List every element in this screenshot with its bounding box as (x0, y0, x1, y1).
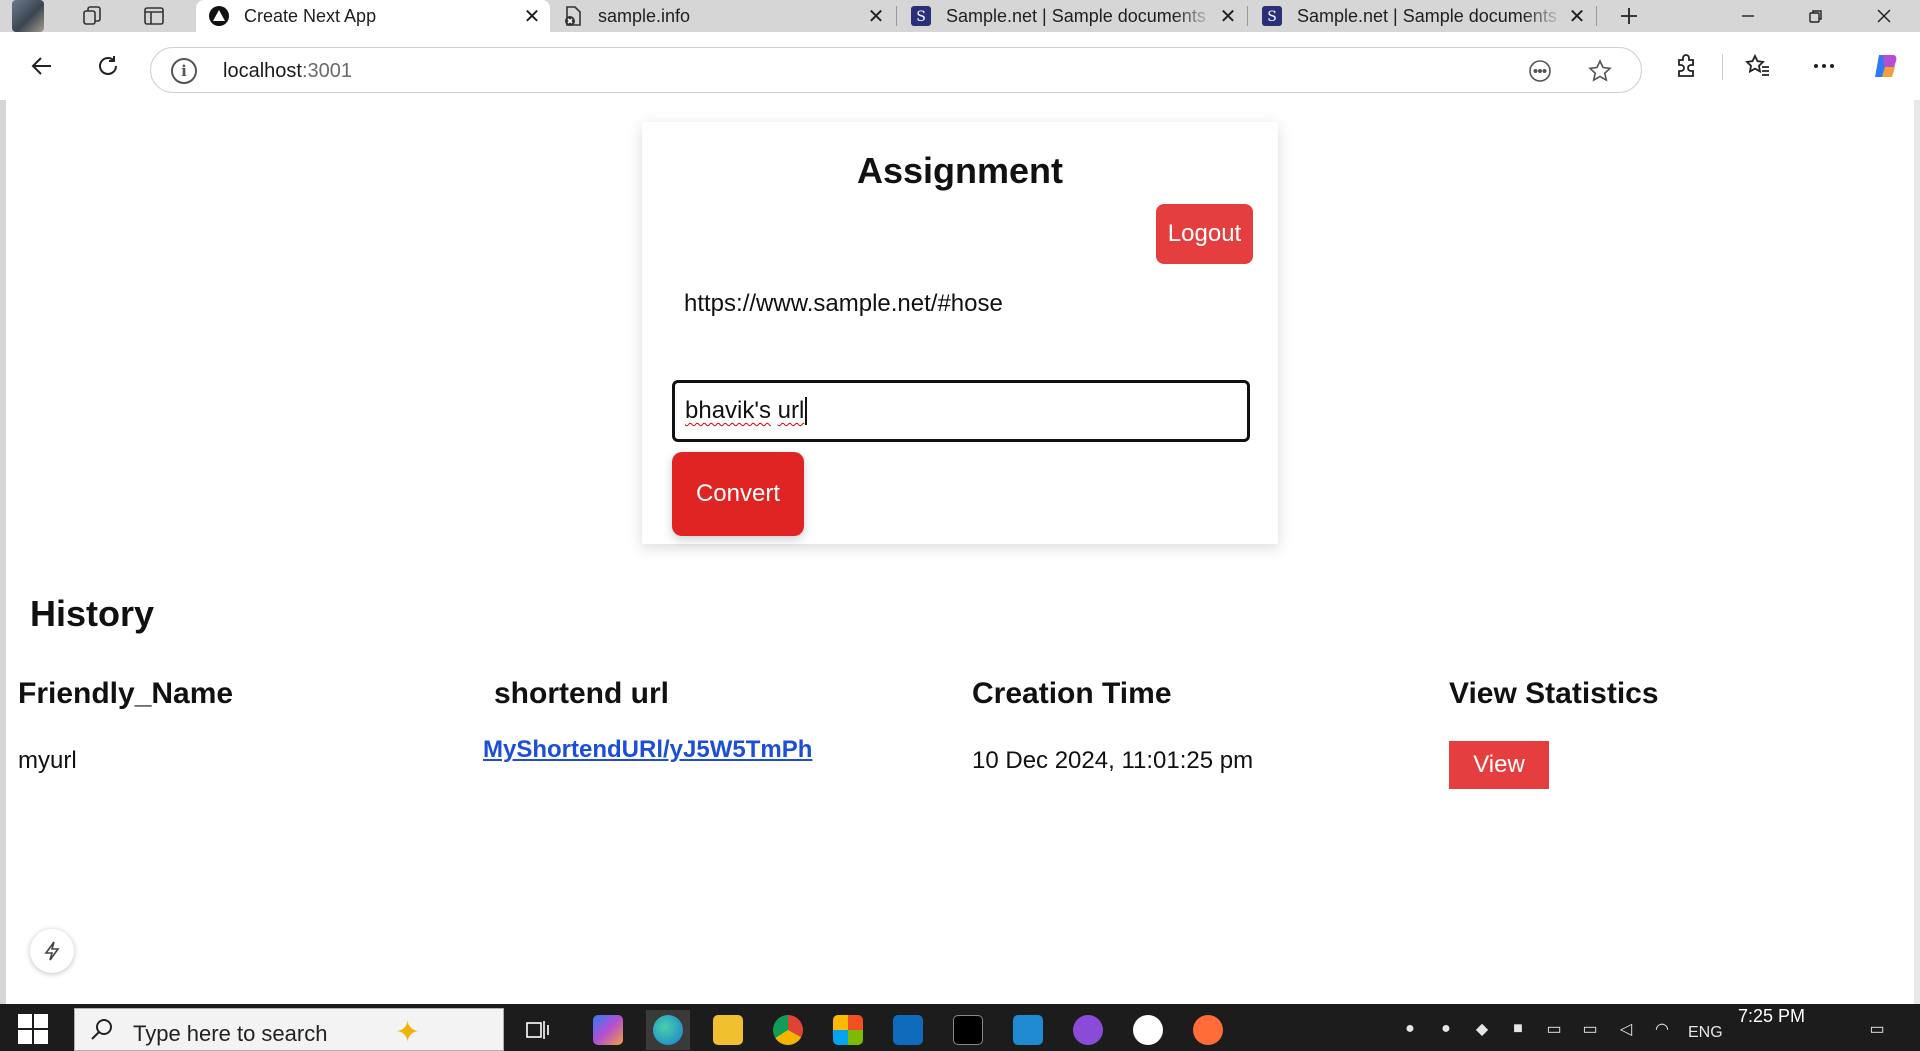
input-value-word: bhavik's (685, 397, 771, 424)
search-icon (91, 1019, 112, 1040)
tray-app-icon[interactable]: ■ (1506, 1014, 1530, 1044)
view-statistics-button[interactable]: View (1449, 741, 1549, 789)
site-info-icon[interactable]: i (171, 58, 197, 84)
text-caret (805, 397, 808, 425)
short-url-link[interactable]: MyShortendURl/yJ5W5TmPh (483, 736, 812, 764)
windows-taskbar: Type here to search ✦ ● ● ◆ ■ ▭ ▭ ◁ ◠ EN… (0, 1004, 1920, 1051)
tray-edge-icon[interactable]: ● (1398, 1014, 1422, 1044)
lightning-icon[interactable] (30, 929, 74, 973)
convert-button[interactable]: Convert (672, 452, 804, 536)
tab-sample-info[interactable]: sample.info ✕ (550, 0, 894, 32)
copilot-icon[interactable] (1866, 46, 1906, 86)
cell-friendly-name: myurl (18, 747, 77, 774)
notifications-icon[interactable]: ▭ (1862, 1014, 1892, 1044)
workspaces-icon[interactable] (76, 3, 108, 29)
close-tab-icon[interactable]: ✕ (1214, 2, 1242, 30)
tab-divider (896, 6, 897, 26)
close-tab-icon[interactable]: ✕ (862, 2, 890, 30)
copilot-app-icon[interactable] (586, 1010, 630, 1050)
search-placeholder: Type here to search (133, 1021, 328, 1046)
column-header-short-url: shortend url (494, 677, 670, 710)
svg-text:S: S (1267, 9, 1277, 25)
sparkle-icon: ✦ (395, 1016, 421, 1049)
logout-button[interactable]: Logout (1156, 204, 1253, 264)
windows-start-icon[interactable] (18, 1014, 48, 1044)
volume-icon[interactable]: ◁ (1614, 1014, 1638, 1044)
back-arrow-icon[interactable] (22, 46, 62, 86)
tab-title: Create Next App (244, 5, 377, 26)
s-logo-icon: S (1261, 5, 1283, 27)
shortener-card: Assignment Logout https://www.sample.net… (642, 122, 1278, 544)
reading-mode-icon[interactable] (1525, 56, 1555, 86)
column-header-view-statistics: View Statistics (1449, 677, 1659, 710)
taskbar-search[interactable]: Type here to search ✦ (74, 1008, 504, 1051)
tab-title: Sample.net | Sample documents (1297, 5, 1557, 26)
extensions-icon[interactable] (1666, 46, 1706, 86)
input-value-word: url (777, 397, 805, 424)
toolbar-divider (1722, 54, 1723, 80)
minimize-icon[interactable] (1714, 0, 1782, 32)
favorites-icon[interactable] (1738, 46, 1778, 86)
address-url[interactable]: localhost:3001 (223, 60, 352, 83)
file-explorer-icon[interactable] (706, 1010, 750, 1050)
s-logo-icon: S (910, 5, 932, 27)
history-title: History (30, 593, 155, 634)
taskbar-clock[interactable]: 7:25 PM (1738, 1006, 1805, 1027)
store-app-icon[interactable] (826, 1010, 870, 1050)
close-window-icon[interactable] (1850, 0, 1918, 32)
window-edge (1914, 100, 1920, 1004)
tab-title: sample.info (598, 5, 691, 26)
svg-text:S: S (916, 9, 926, 25)
terminal-app-icon[interactable] (946, 1010, 990, 1050)
battery-icon[interactable]: ▭ (1578, 1014, 1602, 1044)
edge-app-icon[interactable] (646, 1010, 690, 1050)
tray-chrome-icon[interactable]: ● (1434, 1014, 1458, 1044)
error-document-icon (562, 5, 584, 27)
friendly-name-input[interactable]: bhavik's url (672, 380, 1250, 442)
outlook-app-icon[interactable] (886, 1010, 930, 1050)
profile-avatar[interactable] (6, 0, 50, 32)
more-menu-icon[interactable] (1804, 46, 1844, 86)
github-app-icon[interactable] (1066, 1010, 1110, 1050)
tab-sample-net-2[interactable]: S Sample.net | Sample documents ✕ (1249, 0, 1595, 32)
tab-sample-net-1[interactable]: S Sample.net | Sample documents ✕ (898, 0, 1246, 32)
tab-title: Sample.net | Sample documents (946, 5, 1206, 26)
restore-icon[interactable] (1782, 0, 1850, 32)
new-tab-icon[interactable] (1612, 3, 1646, 29)
vertical-tabs-icon[interactable] (138, 3, 170, 29)
column-header-friendly-name: Friendly_Name (18, 677, 234, 710)
wifi-icon[interactable]: ◠ (1650, 1014, 1674, 1044)
browser-toolbar: i localhost:3001 (0, 32, 1920, 100)
tab-create-next-app[interactable]: Create Next App ✕ (196, 0, 550, 32)
task-view-icon[interactable] (516, 1010, 560, 1050)
postman-app-icon[interactable] (1186, 1010, 1230, 1050)
close-tab-icon[interactable]: ✕ (518, 2, 546, 30)
tray-meet-icon[interactable]: ▭ (1542, 1014, 1566, 1044)
chrome-app-icon[interactable] (766, 1010, 810, 1050)
column-header-creation-time: Creation Time (972, 677, 1172, 710)
nextjs-triangle-icon (208, 5, 230, 27)
vscode-app-icon[interactable] (1006, 1010, 1050, 1050)
page-viewport: Assignment Logout https://www.sample.net… (6, 100, 1914, 1004)
mongodb-app-icon[interactable] (1126, 1010, 1170, 1050)
long-url-text[interactable]: https://www.sample.net/#hose (684, 290, 1003, 318)
refresh-icon[interactable] (88, 46, 128, 86)
favorite-star-icon[interactable] (1585, 56, 1615, 86)
close-tab-icon[interactable]: ✕ (1563, 2, 1591, 30)
tab-divider (1596, 6, 1597, 26)
card-title: Assignment (856, 150, 1064, 191)
tab-divider (1247, 6, 1248, 26)
address-bar[interactable]: i localhost:3001 (150, 47, 1642, 93)
tray-security-icon[interactable]: ◆ (1470, 1014, 1494, 1044)
browser-tab-strip: Create Next App ✕ sample.info ✕ S Sample… (0, 0, 1920, 32)
language-indicator[interactable]: ENG (1688, 1018, 1723, 1048)
cell-creation-time: 10 Dec 2024, 11:01:25 pm (972, 747, 1254, 774)
